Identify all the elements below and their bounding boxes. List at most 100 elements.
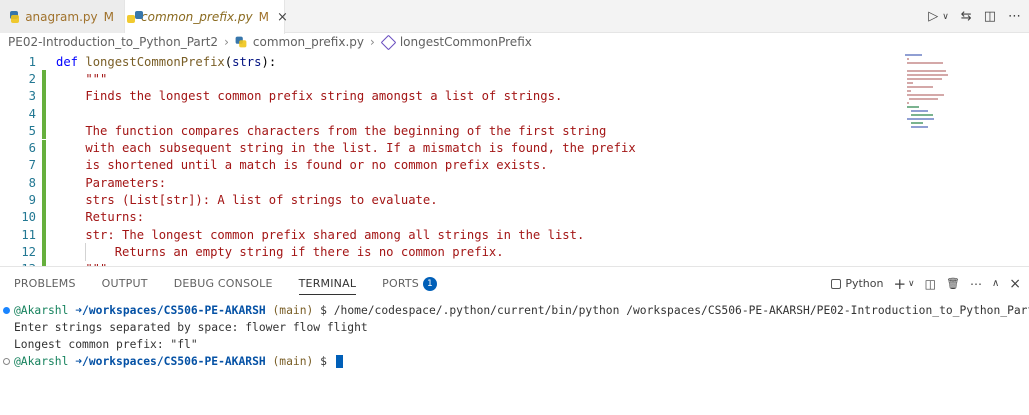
terminal-line: Longest common prefix: "fl" bbox=[14, 336, 198, 353]
tab-problems[interactable]: PROBLEMS bbox=[14, 267, 76, 300]
split-terminal-icon[interactable]: ◫ bbox=[925, 277, 936, 291]
minimap-line bbox=[907, 90, 912, 92]
code-line[interactable]: 7 is shortened until a match is found or… bbox=[0, 156, 900, 175]
breadcrumb: PE02-Introduction_to_Python_Part2 › comm… bbox=[0, 33, 1029, 51]
trash-icon[interactable]: 🗑 bbox=[946, 277, 960, 290]
minimap[interactable] bbox=[905, 51, 965, 128]
breadcrumb-folder[interactable]: PE02-Introduction_to_Python_Part2 bbox=[8, 35, 218, 49]
code-token: The function compares characters from th… bbox=[56, 123, 607, 138]
close-panel-icon[interactable]: × bbox=[1009, 276, 1021, 292]
add-terminal-menu-icon[interactable]: ∨ bbox=[908, 279, 915, 289]
code-token: Returns: bbox=[56, 210, 145, 225]
code-line[interactable]: 6 with each subsequent string in the lis… bbox=[0, 139, 900, 157]
code-text: def longestCommonPrefix(strs): bbox=[46, 55, 276, 69]
terminal-cursor bbox=[335, 355, 343, 368]
tab-common-prefix[interactable]: common_prefix.py M × bbox=[125, 0, 288, 34]
tab-label: anagram.py bbox=[25, 9, 98, 24]
code-line[interactable]: 9 strs (List[str]): A list of strings to… bbox=[0, 191, 900, 209]
code-line[interactable]: 12 Returns an empty string if there is n… bbox=[0, 243, 900, 261]
run-icon[interactable]: ▷ bbox=[928, 9, 938, 24]
split-editor-icon[interactable]: ◫ bbox=[984, 9, 996, 24]
terminal-line: @Akarshl ➜ /workspaces/CS506-PE-AKARSH (… bbox=[3, 353, 343, 370]
prompt-path: /workspaces/CS506-PE-AKARSH bbox=[82, 304, 266, 317]
code-line[interactable]: 10 Returns: bbox=[0, 208, 900, 226]
modified-indicator: M bbox=[103, 9, 114, 24]
prompt-branch: (main) bbox=[272, 304, 314, 317]
code-token: strs bbox=[232, 54, 262, 69]
terminal-output-text: Longest common prefix: "fl" bbox=[14, 338, 198, 351]
code-token: strs (List[str]): A list of strings to e… bbox=[56, 193, 438, 208]
chevron-right-icon: › bbox=[224, 35, 229, 49]
line-number: 12 bbox=[21, 244, 36, 259]
code-text: strs (List[str]): A list of strings to e… bbox=[46, 193, 438, 208]
tab-debug-console[interactable]: DEBUG CONSOLE bbox=[174, 267, 273, 300]
panel-tabs: PROBLEMS OUTPUT DEBUG CONSOLE TERMINAL P… bbox=[0, 267, 1029, 300]
code-text: str: The longest common prefix shared am… bbox=[46, 228, 584, 242]
minimap-line bbox=[907, 62, 943, 64]
code-token: str: The longest common prefix shared am… bbox=[56, 227, 585, 242]
tab-output[interactable]: OUTPUT bbox=[102, 267, 148, 300]
terminal-shell-selector[interactable]: Python bbox=[831, 277, 883, 290]
breadcrumb-symbol[interactable]: longestCommonPrefix bbox=[400, 35, 532, 49]
minimap-line bbox=[911, 122, 923, 124]
code-text: with each subsequent string in the list.… bbox=[46, 141, 636, 156]
line-number: 2 bbox=[28, 71, 36, 86]
run-menu-icon[interactable]: ∨ bbox=[942, 12, 949, 22]
method-symbol-icon bbox=[380, 34, 397, 50]
minimap-line bbox=[907, 74, 949, 76]
line-number: 3 bbox=[28, 89, 36, 104]
terminal-actions: Python + ∨ ◫ 🗑 ⋯ ∧ × bbox=[831, 267, 1021, 300]
breadcrumb-file[interactable]: common_prefix.py bbox=[253, 35, 364, 49]
code-token: Returns an empty string if there is no c… bbox=[56, 244, 504, 259]
tab-ports[interactable]: PORTS 1 bbox=[382, 267, 437, 300]
minimap-line bbox=[911, 126, 928, 128]
line-number: 11 bbox=[21, 227, 36, 242]
code-line[interactable]: 4 bbox=[0, 104, 900, 123]
code-line[interactable]: 11 str: The longest common prefix shared… bbox=[0, 226, 900, 244]
code-line[interactable]: 1 def longestCommonPrefix(strs): bbox=[0, 53, 900, 70]
code-token: with each subsequent string in the list.… bbox=[56, 141, 636, 156]
code-text: Returns: bbox=[46, 210, 144, 224]
tab-anagram[interactable]: anagram.py M bbox=[0, 0, 125, 33]
compare-changes-icon[interactable]: ⇆ bbox=[961, 9, 972, 24]
line-number: 7 bbox=[28, 158, 36, 173]
bottom-panel: PROBLEMS OUTPUT DEBUG CONSOLE TERMINAL P… bbox=[0, 266, 1029, 415]
prompt-user: @Akarshl bbox=[14, 304, 69, 317]
prompt-dollar: $ bbox=[320, 355, 327, 368]
code-line[interactable]: 3 Finds the longest common prefix string… bbox=[0, 87, 900, 105]
prompt-branch: (main) bbox=[272, 355, 314, 368]
ports-count-badge: 1 bbox=[423, 276, 437, 291]
prompt-dollar: $ bbox=[320, 304, 327, 317]
code-editor[interactable]: 1 def longestCommonPrefix(strs): 2 """ 3 Fi… bbox=[0, 51, 1029, 266]
git-change-indicator[interactable] bbox=[42, 104, 46, 123]
tab-terminal[interactable]: TERMINAL bbox=[298, 273, 357, 295]
prompt-user: @Akarshl bbox=[14, 355, 69, 368]
tab-label: PORTS bbox=[382, 277, 419, 290]
editor-actions: ▷ ∨ ⇆ ◫ ⋯ bbox=[928, 0, 1021, 33]
code-line[interactable]: 5 The function compares characters from … bbox=[0, 122, 900, 140]
code-token: is shortened until a match is found or n… bbox=[56, 158, 548, 173]
prompt-arrow: ➜ bbox=[75, 355, 83, 368]
line-number: 10 bbox=[21, 210, 36, 225]
python-shell-icon bbox=[831, 278, 842, 289]
terminal-output-text: Enter strings separated by space: flower… bbox=[14, 321, 368, 334]
terminal-command: /home/codespace/.python/current/bin/pyth… bbox=[333, 304, 1029, 317]
code-text: Returns an empty string if there is no c… bbox=[46, 245, 504, 259]
command-success-icon[interactable] bbox=[3, 307, 10, 314]
chevron-right-icon: › bbox=[370, 35, 375, 49]
more-actions-icon[interactable]: ⋯ bbox=[1008, 9, 1021, 24]
close-icon[interactable]: × bbox=[277, 10, 288, 25]
more-actions-icon[interactable]: ⋯ bbox=[970, 277, 982, 291]
code-token: ): bbox=[261, 54, 277, 69]
line-number: 1 bbox=[28, 54, 36, 69]
add-terminal-icon[interactable]: + bbox=[893, 275, 906, 293]
command-pending-icon[interactable] bbox=[3, 358, 10, 365]
maximize-panel-icon[interactable]: ∧ bbox=[992, 278, 999, 289]
line-number: 4 bbox=[28, 106, 36, 121]
minimap-line bbox=[907, 106, 919, 108]
code-line[interactable]: 2 """ bbox=[0, 70, 900, 88]
terminal-output[interactable]: @Akarshl ➜ /workspaces/CS506-PE-AKARSH (… bbox=[0, 300, 1029, 415]
code-line[interactable]: 8 Parameters: bbox=[0, 174, 900, 192]
shell-name: Python bbox=[845, 277, 884, 290]
terminal-line: @Akarshl ➜ /workspaces/CS506-PE-AKARSH (… bbox=[3, 302, 1029, 319]
